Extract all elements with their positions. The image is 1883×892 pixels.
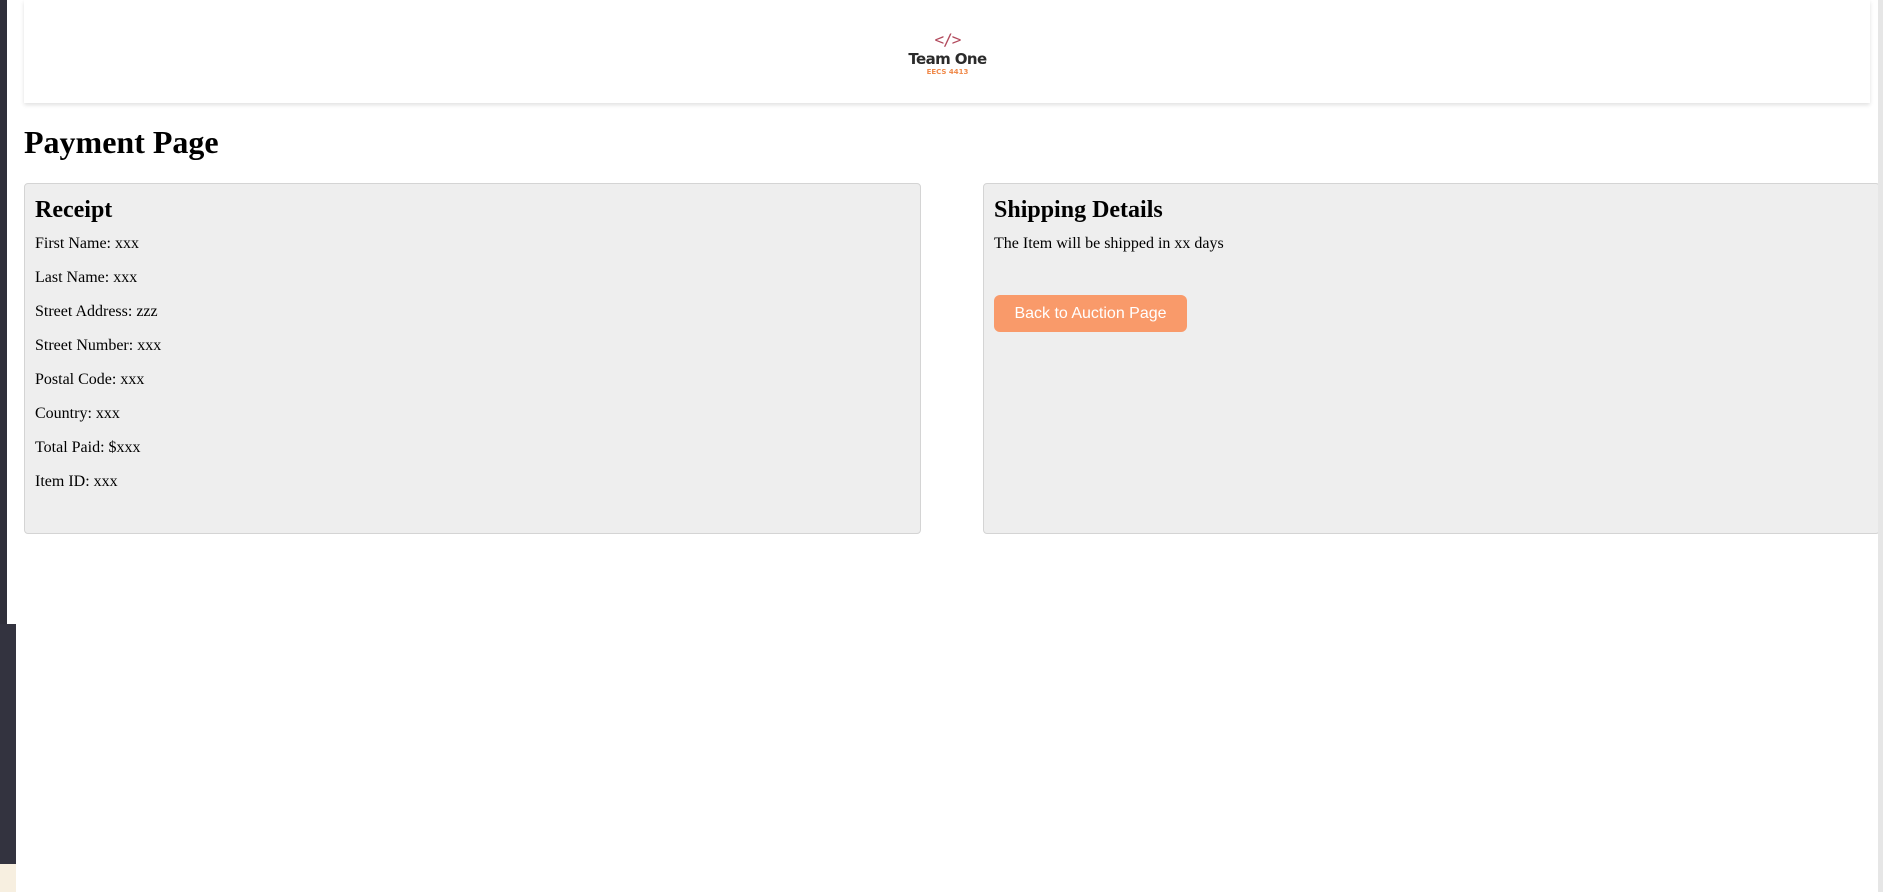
background-window-dark-strip-lower <box>0 624 16 864</box>
logo-name: Team One <box>908 49 987 68</box>
receipt-row-country: Country: xxx <box>35 405 120 422</box>
background-window-dark-strip <box>0 0 7 624</box>
receipt-row-item-id: Item ID: xxx <box>35 473 118 490</box>
site-header: </> Team One EECS 4413 <box>24 0 1870 103</box>
page-title: Payment Page <box>24 124 219 160</box>
shipping-details-card: Shipping Details The Item will be shippe… <box>983 183 1880 534</box>
payment-page: </> Team One EECS 4413 Payment Page Rece… <box>16 0 1883 892</box>
back-to-auction-button[interactable]: Back to Auction Page <box>994 295 1187 332</box>
receipt-row-last-name: Last Name: xxx <box>35 269 138 286</box>
receipt-row-street-address: Street Address: zzz <box>35 303 158 320</box>
background-window-edge <box>0 0 16 892</box>
receipt-row-total-paid: Total Paid: $xxx <box>35 439 141 456</box>
team-one-logo[interactable]: </> Team One EECS 4413 <box>908 29 987 76</box>
receipt-row-street-number: Street Number: xxx <box>35 337 162 354</box>
shipping-details-title: Shipping Details <box>994 197 1163 223</box>
logo-subtitle: EECS 4413 <box>926 67 969 76</box>
receipt-row-first-name: First Name: xxx <box>35 235 139 252</box>
shipping-note: The Item will be shipped in xx days <box>994 235 1224 252</box>
code-brackets-icon: </> <box>934 29 962 49</box>
receipt-title: Receipt <box>35 197 113 223</box>
receipt-row-postal-code: Postal Code: xxx <box>35 371 145 388</box>
background-window-corner <box>0 864 16 892</box>
page-scrollbar-edge <box>1878 0 1883 892</box>
receipt-rows: First Name: xxx Last Name: xxx Street Ad… <box>35 235 910 507</box>
receipt-card: Receipt First Name: xxx Last Name: xxx S… <box>24 183 921 534</box>
